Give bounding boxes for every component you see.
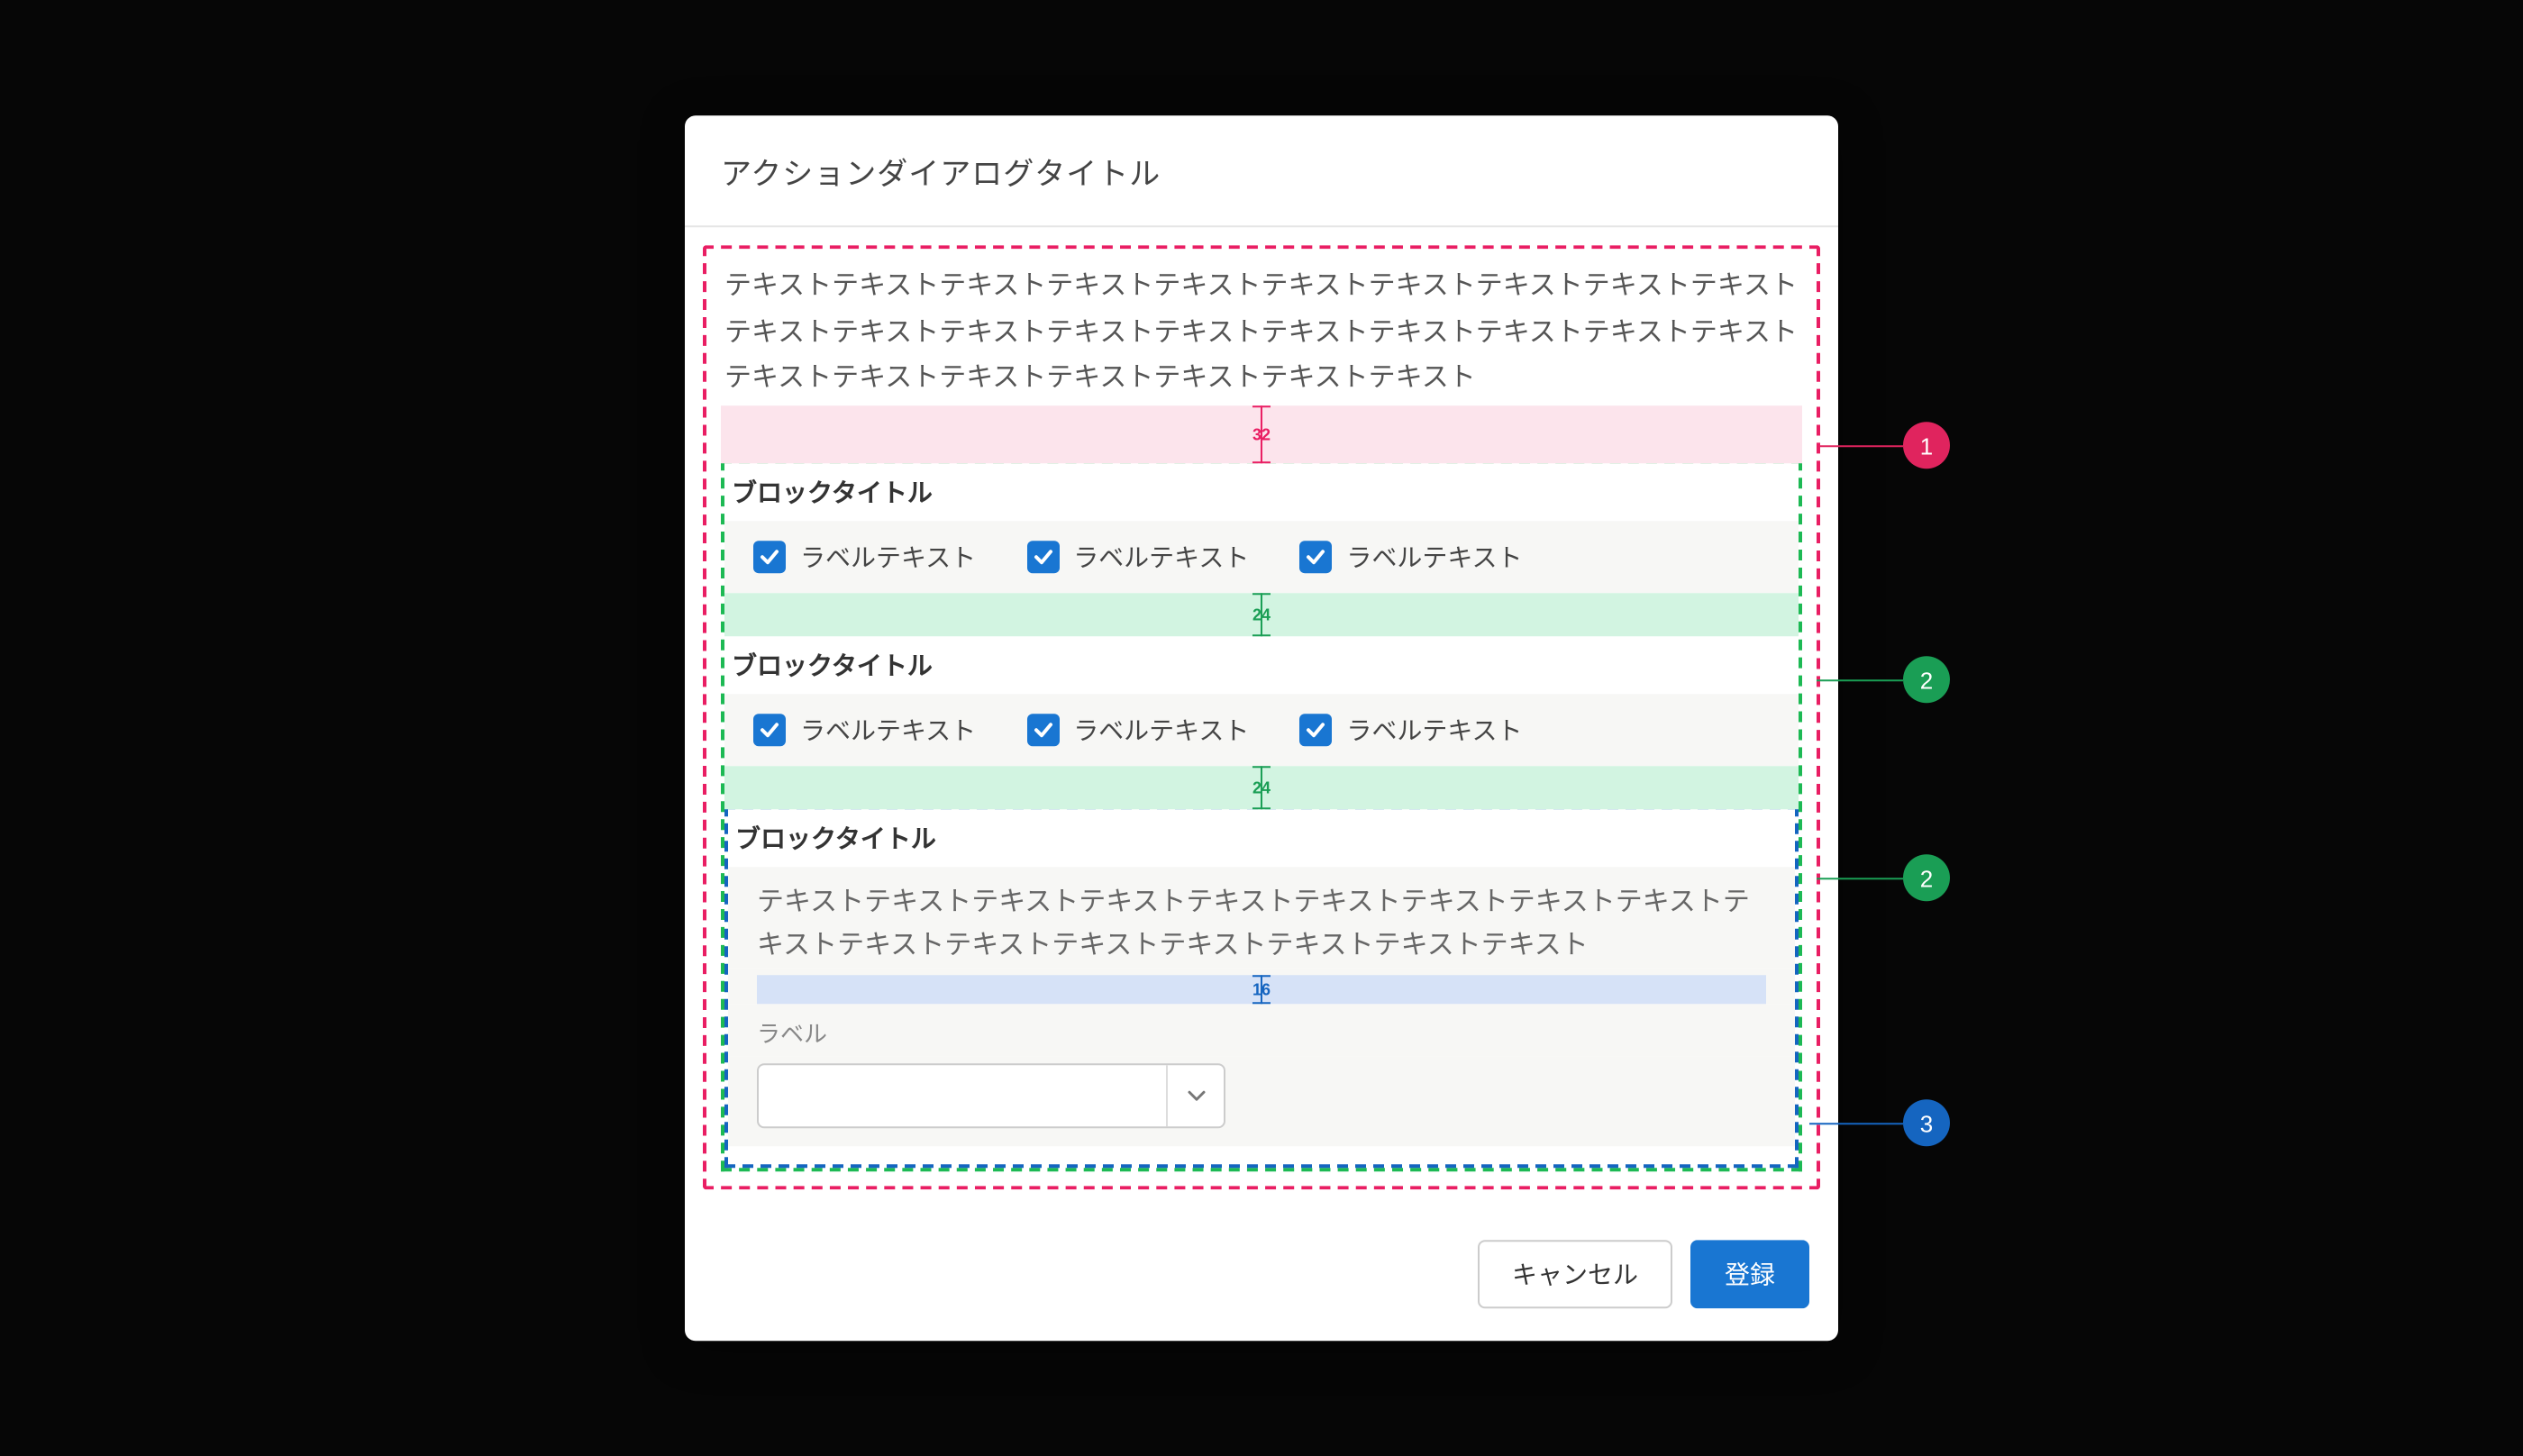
content-outline-pink: テキストテキストテキストテキストテキストテキストテキストテキストテキストテキスト… <box>703 246 1820 1189</box>
checkbox-label: ラベルテキスト <box>1073 712 1249 748</box>
select-dropdown[interactable] <box>757 1063 1225 1128</box>
annotation-callout-2: 2 <box>1817 657 1950 704</box>
spacing-value: 24 <box>1245 778 1278 796</box>
block-title: ブロックタイトル <box>724 636 1799 694</box>
checkbox-group: ラベルテキスト ラベルテキスト ラベルテキスト <box>724 521 1799 593</box>
checkbox-label: ラベルテキスト <box>800 712 976 748</box>
checkbox-label: ラベルテキスト <box>1346 712 1522 748</box>
spacing-value: 16 <box>1245 980 1278 998</box>
dialog-body: テキストテキストテキストテキストテキストテキストテキストテキストテキストテキスト… <box>685 228 1838 1207</box>
action-dialog: アクションダイアログタイトル テキストテキストテキストテキストテキストテキストテ… <box>685 116 1838 1341</box>
spacing-indicator-24: 24 <box>724 593 1799 636</box>
select-input[interactable] <box>759 1065 1166 1126</box>
checkbox-item[interactable]: ラベルテキスト <box>1299 712 1522 748</box>
spacing-value: 24 <box>1245 605 1278 623</box>
chevron-down-icon <box>1166 1065 1224 1126</box>
block-title: ブロックタイトル <box>724 463 1799 521</box>
checkbox-checked-icon <box>1026 541 1059 573</box>
annotation-callout-1: 1 <box>1820 423 1950 469</box>
checkbox-checked-icon <box>1299 714 1332 746</box>
checkbox-label: ラベルテキスト <box>800 539 976 575</box>
checkbox-checked-icon <box>753 714 786 746</box>
checkbox-group: ラベルテキスト ラベルテキスト ラベルテキスト <box>724 694 1799 766</box>
dialog-title: アクションダイアログタイトル <box>721 149 1802 194</box>
submit-button[interactable]: 登録 <box>1690 1240 1809 1308</box>
annotation-badge: 3 <box>1903 1100 1950 1147</box>
dialog-description: テキストテキストテキストテキストテキストテキストテキストテキストテキストテキスト… <box>721 264 1802 402</box>
checkbox-label: ラベルテキスト <box>1346 539 1522 575</box>
content-outline-green: ブロックタイトル ラベルテキスト ラベルテキスト ラベルテキスト <box>721 460 1802 1171</box>
checkbox-checked-icon <box>1026 714 1059 746</box>
annotation-callout-2: 2 <box>1817 855 1950 902</box>
checkbox-label: ラベルテキスト <box>1073 539 1249 575</box>
field-label: ラベル <box>728 1004 1795 1056</box>
dialog-header: アクションダイアログタイトル <box>685 116 1838 228</box>
checkbox-item[interactable]: ラベルテキスト <box>753 712 976 748</box>
annotation-badge: 1 <box>1903 423 1950 469</box>
block-title: ブロックタイトル <box>728 809 1795 867</box>
dialog-footer: キャンセル 登録 <box>685 1207 1838 1341</box>
checkbox-item[interactable]: ラベルテキスト <box>753 539 976 575</box>
checkbox-item[interactable]: ラベルテキスト <box>1299 539 1522 575</box>
spacing-indicator-24: 24 <box>724 766 1799 809</box>
checkbox-checked-icon <box>1299 541 1332 573</box>
annotation-callout-3: 3 <box>1809 1100 1950 1147</box>
annotation-badge: 2 <box>1903 657 1950 704</box>
checkbox-checked-icon <box>753 541 786 573</box>
spacing-value: 32 <box>1245 425 1278 443</box>
spacing-indicator-32: 32 <box>721 405 1802 463</box>
select-wrap <box>728 1056 1795 1146</box>
block-body-text: テキストテキストテキストテキストテキストテキストテキストテキストテキストテキスト… <box>728 867 1795 968</box>
annotation-badge: 2 <box>1903 855 1950 902</box>
cancel-button[interactable]: キャンセル <box>1478 1240 1672 1308</box>
content-outline-blue: ブロックタイトル テキストテキストテキストテキストテキストテキストテキストテキス… <box>724 805 1799 1168</box>
checkbox-item[interactable]: ラベルテキスト <box>1026 712 1249 748</box>
checkbox-item[interactable]: ラベルテキスト <box>1026 539 1249 575</box>
spacing-indicator-16: 16 <box>757 975 1766 1004</box>
